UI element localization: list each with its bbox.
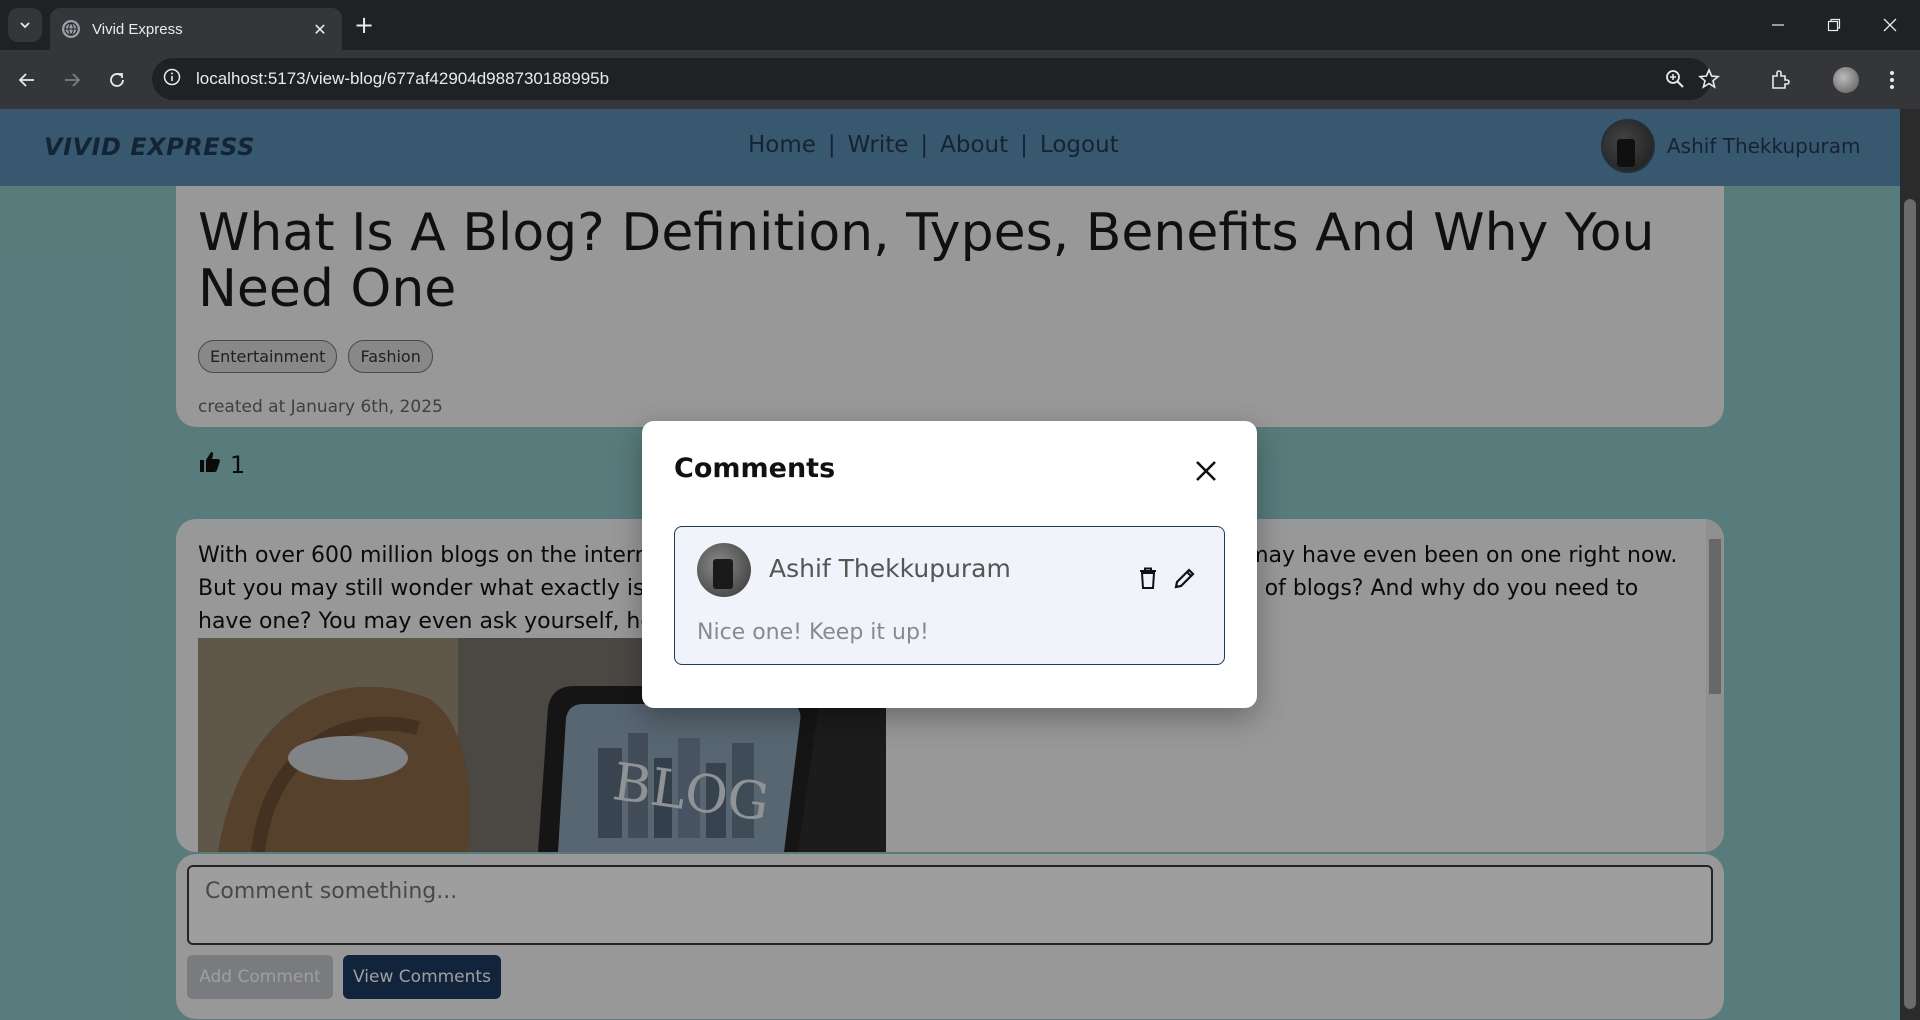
back-icon[interactable]	[11, 64, 43, 96]
globe-icon	[62, 20, 80, 38]
browser-toolbar: localhost:5173/view-blog/677af42904d9887…	[0, 50, 1920, 109]
browser-tab[interactable]: Vivid Express ✕	[50, 8, 342, 50]
comments-modal: Comments Ashif Thekkupuram Nice one! Kee…	[642, 421, 1257, 708]
tab-search-button[interactable]	[8, 8, 42, 42]
bookmark-star-icon[interactable]	[1698, 67, 1720, 90]
page-scroll-thumb[interactable]	[1904, 199, 1916, 1009]
extensions-icon[interactable]	[1764, 64, 1796, 96]
modal-title: Comments	[674, 453, 836, 484]
site-info-icon[interactable]	[152, 68, 192, 90]
new-tab-icon[interactable]: +	[354, 12, 374, 38]
restore-icon[interactable]	[1806, 0, 1862, 50]
page-scrollbar[interactable]	[1900, 109, 1920, 1020]
minimize-icon[interactable]	[1750, 0, 1806, 50]
reload-icon[interactable]	[101, 64, 133, 96]
delete-icon[interactable]	[1135, 565, 1161, 591]
tab-close-icon[interactable]: ✕	[310, 20, 330, 39]
url-text: localhost:5173/view-blog/677af42904d9887…	[196, 69, 610, 88]
tab-title: Vivid Express	[92, 20, 183, 38]
comment-text: Nice one! Keep it up!	[697, 620, 929, 645]
comment-item: Ashif Thekkupuram Nice one! Keep it up!	[674, 526, 1225, 665]
edit-pencil-icon[interactable]	[1172, 565, 1198, 591]
browser-tab-bar: Vivid Express ✕ +	[0, 0, 1920, 50]
forward-icon[interactable]	[56, 64, 88, 96]
comment-author: Ashif Thekkupuram	[769, 554, 1011, 583]
chevron-down-icon	[20, 22, 30, 29]
window-close-icon[interactable]	[1862, 0, 1918, 50]
zoom-icon[interactable]	[1664, 68, 1686, 90]
address-bar[interactable]: localhost:5173/view-blog/677af42904d9887…	[152, 58, 1720, 100]
browser-menu-icon[interactable]	[1876, 64, 1908, 96]
close-icon[interactable]	[1190, 455, 1222, 487]
avatar	[697, 543, 751, 597]
profile-avatar[interactable]	[1830, 64, 1862, 96]
